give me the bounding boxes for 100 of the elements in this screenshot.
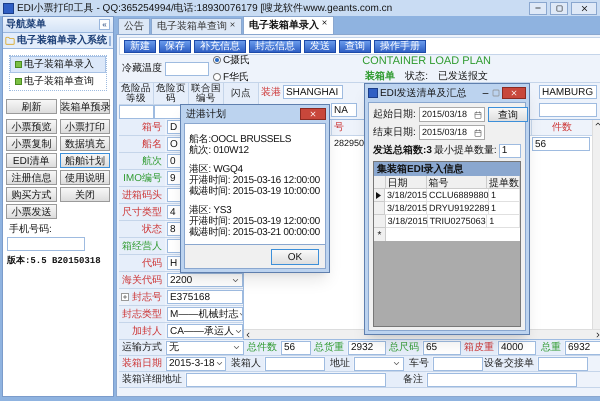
form-input[interactable] bbox=[433, 356, 483, 370]
close-tab-icon[interactable] bbox=[321, 19, 328, 26]
sidebar-button[interactable]: 购买方式 bbox=[6, 187, 56, 202]
tab[interactable]: 电子装箱单录入 bbox=[243, 16, 334, 34]
new-row-marker: * bbox=[374, 228, 386, 241]
hazard-input[interactable] bbox=[119, 105, 154, 119]
field-label: 进箱码头 bbox=[119, 187, 165, 203]
toolbar-button[interactable]: 保存 bbox=[159, 40, 191, 52]
toolbar-button[interactable]: 封志信息 bbox=[249, 40, 301, 52]
ok-button[interactable]: OK bbox=[271, 248, 319, 264]
form-input[interactable]: 4000 bbox=[498, 340, 536, 354]
field-label: 起始日期: bbox=[373, 108, 417, 122]
field-label: 总尺码 bbox=[386, 340, 422, 355]
field-label: 箱经营人 bbox=[119, 238, 165, 254]
form-input[interactable]: M——机械封志 bbox=[167, 307, 243, 321]
section-header[interactable]: 电子装箱单录入系统 bbox=[3, 33, 113, 49]
form-input[interactable] bbox=[354, 356, 404, 370]
sidebar-button[interactable]: 船舶计划 bbox=[60, 153, 110, 168]
port-input[interactable]: HAMBURG bbox=[539, 85, 597, 99]
maximize-button[interactable] bbox=[550, 2, 568, 14]
folder-icon bbox=[5, 36, 15, 46]
row-header[interactable] bbox=[374, 189, 385, 202]
calendar-icon bbox=[474, 110, 482, 118]
toolbar-button[interactable]: 补充信息 bbox=[194, 40, 246, 52]
field-label: 装箱日期 bbox=[119, 356, 165, 371]
minimize-button[interactable] bbox=[529, 2, 547, 14]
expand-icon[interactable] bbox=[121, 293, 129, 301]
min-count-input[interactable]: 1 bbox=[498, 144, 521, 158]
maximize-icon[interactable] bbox=[492, 89, 500, 97]
column-header: 闪点 bbox=[224, 83, 259, 105]
form-input[interactable]: 无 bbox=[166, 340, 244, 354]
form-input[interactable]: 6932 bbox=[565, 340, 600, 354]
tab[interactable]: 电子装箱单查询 bbox=[151, 18, 242, 34]
form-input[interactable]: E375168 bbox=[167, 290, 243, 304]
sidebar-button[interactable]: 关闭 bbox=[60, 187, 110, 202]
form-input[interactable] bbox=[538, 356, 588, 370]
close-button[interactable] bbox=[300, 108, 326, 120]
collapse-button[interactable]: « bbox=[99, 19, 110, 30]
sidebar-button[interactable]: 装箱单预录 bbox=[60, 99, 110, 114]
phone-input[interactable] bbox=[7, 237, 85, 251]
sidebar-button[interactable]: 刷新 bbox=[6, 99, 56, 114]
sidebar-button[interactable]: 小票预览 bbox=[6, 119, 56, 134]
toolbar-button[interactable]: 发送 bbox=[304, 40, 336, 52]
table-input[interactable]: 56 bbox=[532, 137, 590, 151]
sidebar-title: 导航菜单 bbox=[6, 17, 46, 32]
date-picker[interactable]: 2015/03/18 bbox=[419, 107, 485, 122]
date-picker[interactable]: 2015/03/18 bbox=[419, 125, 485, 140]
form-input[interactable] bbox=[186, 372, 386, 386]
scroll-right-icon[interactable] bbox=[594, 330, 600, 338]
sidebar-button[interactable]: 使用说明 bbox=[60, 170, 110, 185]
dialog-text: 截港时间: 2015-03-21 00:00:00 bbox=[189, 227, 320, 238]
calendar-icon bbox=[474, 128, 482, 136]
app-icon bbox=[3, 2, 14, 14]
menu-item[interactable]: 电子装箱单录入 bbox=[10, 56, 106, 73]
toolbar-button[interactable]: 查询 bbox=[339, 40, 371, 52]
form-input[interactable] bbox=[427, 372, 577, 386]
field-label: 运输方式 bbox=[119, 340, 165, 355]
close-button[interactable] bbox=[571, 2, 597, 14]
sidebar-button[interactable]: 注册信息 bbox=[6, 170, 56, 185]
field-label: 地址 bbox=[325, 356, 353, 371]
scroll-up-icon[interactable] bbox=[594, 120, 600, 128]
toolbar-button[interactable]: 操作手册 bbox=[374, 40, 426, 52]
sidebar-button[interactable]: 小票打印 bbox=[60, 119, 110, 134]
port-input[interactable] bbox=[539, 103, 597, 117]
port-input[interactable]: SHANGHAI bbox=[283, 85, 343, 99]
field-label: 代码 bbox=[119, 255, 165, 271]
form-input[interactable] bbox=[265, 356, 325, 370]
sidebar-button[interactable]: 小票发送 bbox=[6, 204, 56, 219]
tab[interactable]: 公告 bbox=[118, 18, 150, 34]
field-label: 装港 bbox=[260, 86, 282, 100]
temperature-input[interactable] bbox=[165, 62, 209, 76]
window-title: EDI小票打印工具 - QQ:365254994/电话:18930076179 [嗖龙软件www.geants.com.cn bbox=[17, 2, 394, 16]
sidebar-button[interactable]: 小票复制 bbox=[6, 136, 56, 151]
scroll-left-icon[interactable] bbox=[244, 330, 252, 338]
unit-radio[interactable]: C摄氏 bbox=[213, 52, 250, 68]
sidebar-button[interactable]: EDI清单 bbox=[6, 153, 56, 168]
field-label: 最小提单数量: bbox=[434, 144, 497, 158]
form-input[interactable]: 2200 bbox=[167, 273, 243, 287]
form-input[interactable]: 56 bbox=[281, 340, 311, 354]
unit-radio[interactable]: F华氏 bbox=[213, 70, 250, 84]
form-input[interactable]: 65 bbox=[423, 340, 461, 354]
menu-item[interactable]: 电子装箱单查询 bbox=[10, 73, 106, 90]
field-label: 海关代码 bbox=[119, 272, 165, 288]
port-input[interactable]: NA bbox=[331, 103, 357, 117]
close-tab-icon[interactable] bbox=[229, 21, 236, 28]
total-count: 发送总箱数:3 bbox=[373, 144, 432, 158]
close-button[interactable] bbox=[502, 87, 526, 99]
sidebar-button[interactable]: 数据填充 bbox=[60, 136, 110, 151]
query-button[interactable]: 查询 bbox=[488, 107, 528, 122]
form-input[interactable]: 2015-3-18 bbox=[166, 356, 226, 370]
dialog-text: 港区: WGQ4 bbox=[189, 164, 243, 175]
page-icon bbox=[15, 61, 22, 68]
column-header: 联合国编号 bbox=[189, 83, 224, 105]
field-label: 船名 bbox=[119, 136, 165, 152]
vertical-scrollbar[interactable] bbox=[592, 120, 600, 329]
toolbar-button[interactable]: 新建 bbox=[124, 40, 156, 52]
form-input[interactable]: CA——承运人 bbox=[167, 324, 243, 338]
form-input[interactable]: 2932 bbox=[348, 340, 386, 354]
field-label: 封志号 bbox=[129, 289, 165, 305]
field-label: 加封人 bbox=[119, 323, 165, 339]
